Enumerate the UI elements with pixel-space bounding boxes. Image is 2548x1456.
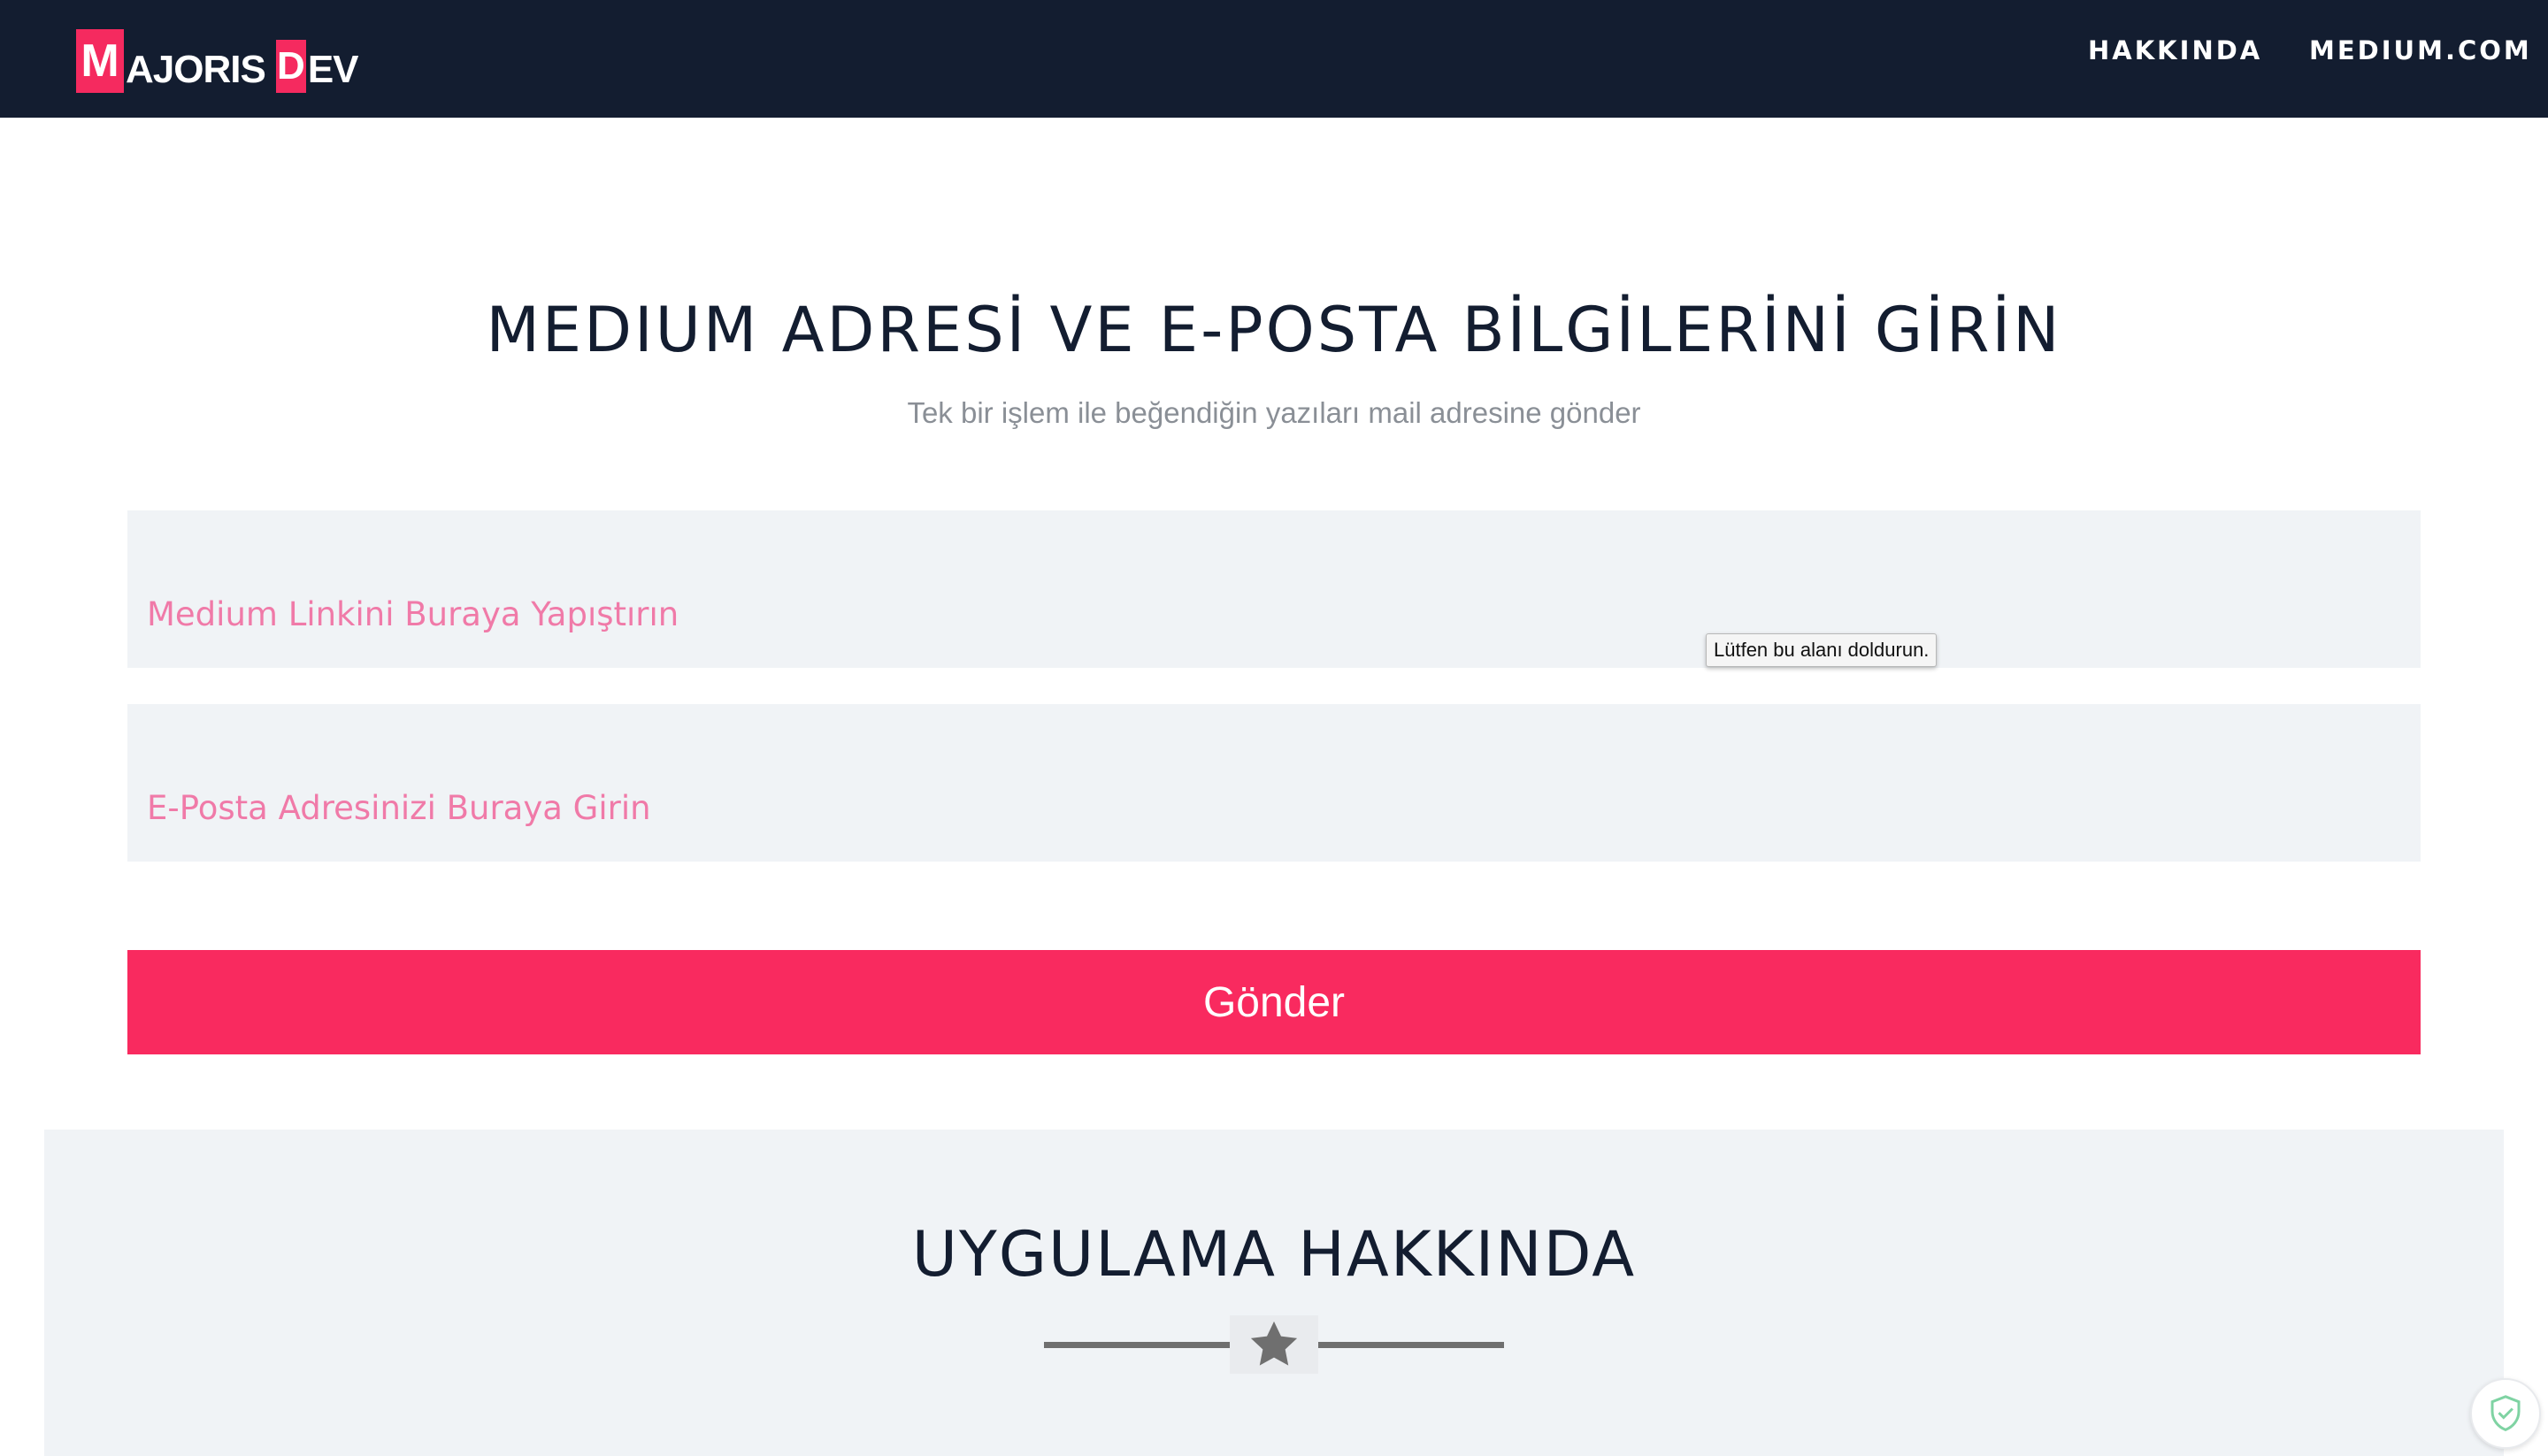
security-badge[interactable] xyxy=(2470,1378,2541,1449)
logo-rest: EV xyxy=(307,48,359,91)
medium-link-input[interactable]: Medium Linkini Buraya Yapıştırın xyxy=(127,510,2421,668)
email-input[interactable]: E-Posta Adresinizi Buraya Girin xyxy=(127,704,2421,862)
logo-d-block: D xyxy=(275,40,306,93)
submit-button[interactable]: Gönder xyxy=(127,950,2421,1054)
divider-line-left xyxy=(1044,1342,1230,1348)
nav-link-medium[interactable]: MEDIUM.COM xyxy=(2309,35,2532,65)
about-section: UYGULAMA HAKKINDA xyxy=(44,1130,2504,1456)
divider-line-right xyxy=(1318,1342,1504,1348)
validation-tooltip: Lütfen bu alanı doldurun. xyxy=(1706,633,1938,667)
about-title: UYGULAMA HAKKINDA xyxy=(911,1218,1637,1291)
page-subtitle: Tek bir işlem ile beğendiğin yazıları ma… xyxy=(907,396,1641,429)
shield-check-icon xyxy=(2490,1395,2521,1431)
medium-link-placeholder: Medium Linkini Buraya Yapıştırın xyxy=(147,595,679,633)
logo-name: AJORIS xyxy=(126,48,266,91)
divider-star xyxy=(1230,1315,1318,1374)
email-placeholder: E-Posta Adresinizi Buraya Girin xyxy=(147,789,651,827)
star-icon xyxy=(1250,1321,1298,1366)
nav-link-hakkinda[interactable]: HAKKINDA xyxy=(2088,35,2262,65)
navbar: M AJORIS D EV HAKKINDA MEDIUM.COM xyxy=(0,0,2548,118)
logo-m-block: M xyxy=(76,29,124,93)
page-title: MEDIUM ADRESİ VE E-POSTA BİLGİLERİNİ GİR… xyxy=(486,294,2062,366)
brand-logo[interactable]: M AJORIS D EV xyxy=(76,27,359,93)
